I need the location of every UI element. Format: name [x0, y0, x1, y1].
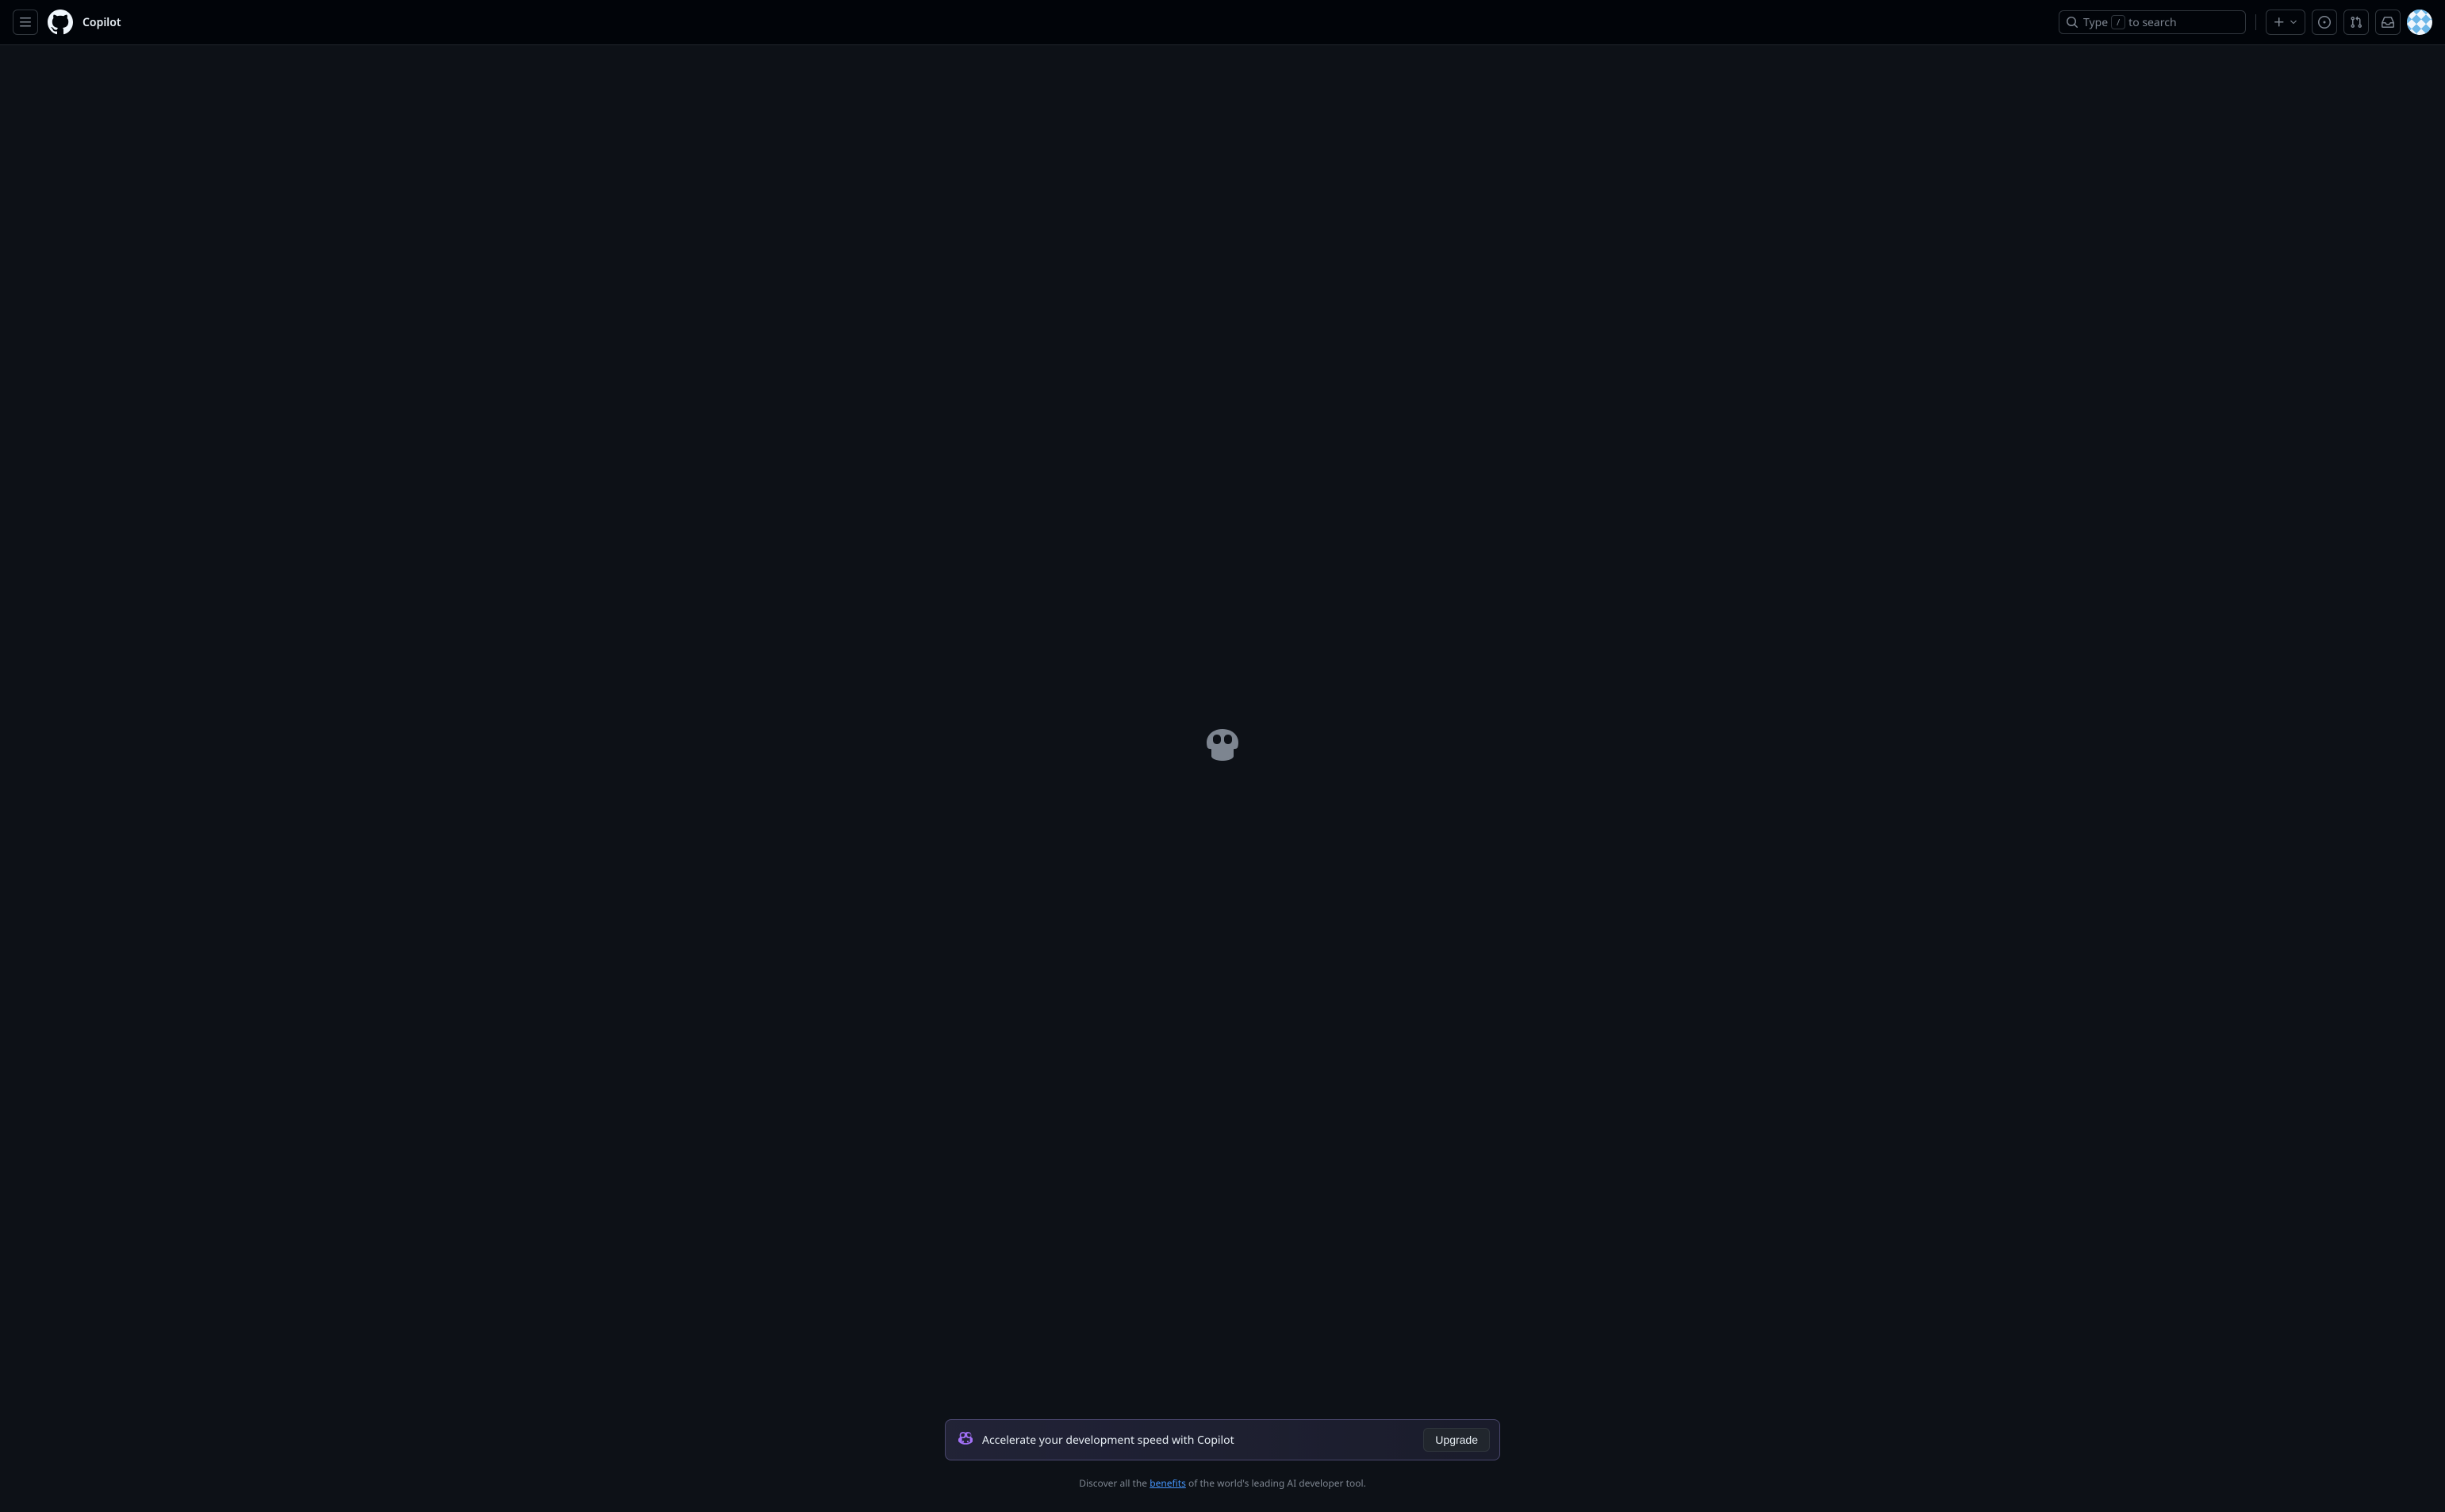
- plus-icon: [2273, 16, 2286, 29]
- discover-text: Discover all the benefits of the world's…: [1079, 1476, 1366, 1490]
- header-divider: [2255, 14, 2256, 30]
- benefits-link[interactable]: benefits: [1150, 1476, 1186, 1490]
- page-title: Copilot: [83, 15, 121, 30]
- notifications-button[interactable]: [2375, 10, 2401, 35]
- main-content: Accelerate your development speed with C…: [0, 45, 2445, 1512]
- pull-requests-button[interactable]: [2343, 10, 2369, 35]
- upgrade-button[interactable]: Upgrade: [1423, 1428, 1490, 1452]
- create-new-button[interactable]: [2266, 10, 2305, 35]
- promo-text: Accelerate your development speed with C…: [982, 1433, 1234, 1448]
- hamburger-menu-button[interactable]: [13, 10, 38, 35]
- search-icon: [2066, 16, 2078, 29]
- chevron-down-icon: [2289, 17, 2298, 27]
- search-slash-key: /: [2111, 15, 2125, 29]
- search-type-label: Type: [2083, 15, 2108, 30]
- discover-prefix: Discover all the: [1079, 1476, 1150, 1490]
- github-logo[interactable]: [48, 10, 73, 35]
- inbox-icon: [2382, 16, 2394, 29]
- discover-suffix: of the world's leading AI developer tool…: [1186, 1476, 1366, 1490]
- promo-banner: Accelerate your development speed with C…: [945, 1419, 1500, 1460]
- github-mark-icon: [48, 10, 73, 35]
- record-icon: [2318, 16, 2331, 29]
- copilot-icon: [1203, 726, 1242, 764]
- hamburger-icon: [19, 16, 32, 29]
- search-input[interactable]: Type / to search: [2059, 10, 2246, 34]
- copilot-logo-large: [1203, 726, 1242, 768]
- copilot-small-icon: [958, 1431, 973, 1449]
- user-avatar[interactable]: [2407, 10, 2432, 35]
- avatar-pattern: [2407, 10, 2432, 35]
- search-suffix-label: to search: [2128, 15, 2177, 30]
- pull-request-icon: [2350, 16, 2362, 29]
- issues-button[interactable]: [2312, 10, 2337, 35]
